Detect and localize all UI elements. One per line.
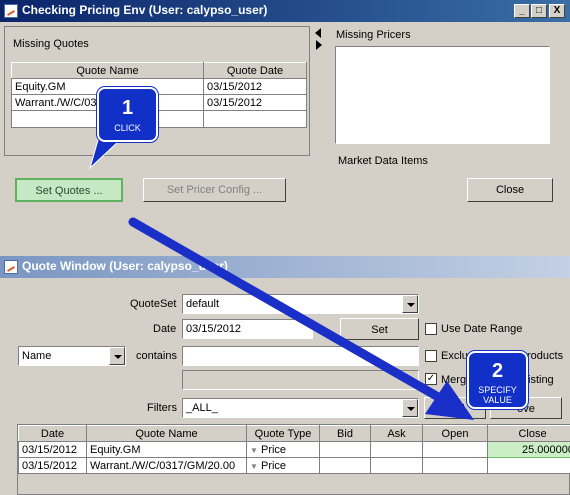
callout-step-1: 1 CLICK xyxy=(97,87,158,142)
arrow-shaft xyxy=(128,217,445,403)
callout-step-2: 2 SPECIFY VALUE xyxy=(467,351,528,409)
callout-text: CLICK xyxy=(114,123,141,133)
callout-pointer xyxy=(89,139,122,170)
annotation-overlay xyxy=(89,139,474,420)
callout-number: 1 xyxy=(121,97,134,119)
callout-text: SPECIFY VALUE xyxy=(478,385,517,405)
callout-number: 2 xyxy=(491,360,504,382)
